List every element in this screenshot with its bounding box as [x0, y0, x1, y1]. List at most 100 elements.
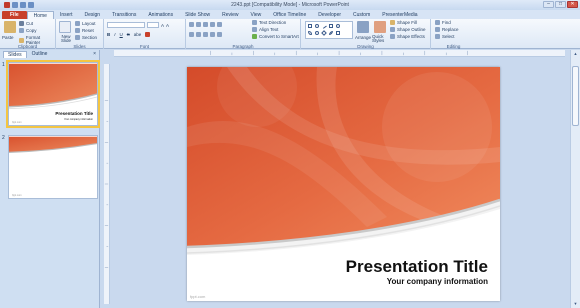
slide-thumbnail-2[interactable]: fppt.com [8, 135, 98, 199]
text-direction-icon [252, 20, 257, 25]
layout-icon [75, 21, 80, 26]
maximize-button[interactable]: □ [555, 1, 566, 8]
numbering-icon[interactable] [196, 22, 201, 27]
tab-developer[interactable]: Developer [312, 11, 347, 19]
slide-footer: fppt.com [190, 294, 206, 299]
arrange-button[interactable]: Arrange [355, 35, 371, 40]
shadow-button[interactable]: abe [134, 32, 142, 37]
vertical-scrollbar[interactable]: ▲ ▼ [570, 50, 580, 308]
window-controls: – □ ✕ [543, 1, 578, 8]
strikethrough-button[interactable]: S [127, 32, 130, 37]
find-button[interactable]: Find [435, 20, 451, 25]
oval-shape-icon[interactable] [315, 24, 319, 28]
shape-effects-button[interactable]: Shape Effects [390, 34, 425, 39]
font-color-icon[interactable] [145, 32, 151, 37]
indent-increase-icon[interactable] [210, 22, 215, 27]
arrow-shape-icon[interactable] [336, 31, 340, 35]
slide-canvas[interactable]: Presentation Title Your company informat… [187, 67, 500, 301]
shape-fill-icon [390, 20, 395, 25]
callout-shape-icon[interactable] [329, 31, 333, 35]
close-icon[interactable]: × [93, 51, 96, 58]
convert-smartart-button[interactable]: Convert to SmartArt [252, 34, 299, 39]
scroll-down-icon[interactable]: ▼ [572, 301, 579, 307]
ribbon: Paste Cut Copy Format Painter Clipboard … [0, 19, 580, 49]
tab-animations[interactable]: Animations [142, 11, 179, 19]
tab-transitions[interactable]: Transitions [106, 11, 142, 19]
text-direction-button[interactable]: Text Direction [252, 20, 286, 25]
slides-group: New Slide Layout Reset Section Slides [56, 19, 104, 49]
tab-custom[interactable]: Custom [347, 11, 376, 19]
quick-styles-icon[interactable] [374, 21, 386, 33]
replace-button[interactable]: Replace [435, 27, 459, 32]
align-center-icon[interactable] [196, 32, 201, 37]
underline-button[interactable]: U [120, 32, 123, 37]
slide-thumbnail-1[interactable]: Presentation Title Your company informat… [6, 60, 100, 128]
group-label: Font [139, 44, 149, 49]
tab-view[interactable]: View [245, 11, 268, 19]
clipboard-group: Paste Cut Copy Format Painter Clipboard [0, 19, 56, 49]
font-selectors: A A [107, 22, 169, 28]
shapes-gallery[interactable] [305, 21, 353, 39]
tab-outline[interactable]: Outline [28, 51, 52, 58]
close-button[interactable]: ✕ [567, 1, 578, 8]
font-size-down-button[interactable]: A [166, 23, 169, 28]
title-bar: 2243.ppt [Compatibility Mode] - Microsof… [0, 0, 580, 10]
tab-insert[interactable]: Insert [54, 11, 79, 19]
align-text-button[interactable]: Align Text [252, 27, 278, 32]
arrange-icon[interactable] [357, 21, 369, 33]
section-button[interactable]: Section [75, 35, 97, 40]
slide-subtitle[interactable]: Your company information [387, 277, 488, 286]
line-spacing-icon[interactable] [217, 22, 222, 27]
indent-decrease-icon[interactable] [203, 22, 208, 27]
tab-design[interactable]: Design [78, 11, 106, 19]
layout-button[interactable]: Layout [75, 21, 96, 26]
list-buttons [189, 22, 222, 27]
columns-icon[interactable] [217, 32, 222, 37]
line-shape-icon[interactable] [321, 23, 327, 29]
bullets-icon[interactable] [189, 22, 194, 27]
horizontal-ruler [114, 50, 565, 57]
justify-icon[interactable] [210, 32, 215, 37]
italic-button[interactable]: I [114, 32, 115, 37]
shape-outline-button[interactable]: Shape Outline [390, 27, 426, 32]
reset-button[interactable]: Reset [75, 28, 94, 33]
select-icon [435, 34, 440, 39]
paste-icon[interactable] [4, 21, 16, 33]
tab-office-timeline[interactable]: Office Timeline [267, 11, 312, 19]
circle-shape-icon[interactable] [336, 24, 340, 28]
scroll-thumb[interactable] [572, 66, 579, 126]
paste-button[interactable]: Paste [2, 35, 14, 40]
minimize-button[interactable]: – [543, 1, 554, 8]
tab-slides[interactable]: Slides [3, 51, 27, 58]
tab-home[interactable]: Home [26, 11, 54, 19]
font-size-up-button[interactable]: A [161, 23, 164, 28]
section-icon [75, 35, 80, 40]
font-name-select[interactable] [107, 22, 145, 28]
shape-fill-button[interactable]: Shape Fill [390, 20, 417, 25]
select-button[interactable]: Select [435, 34, 455, 39]
tab-file[interactable]: File [2, 11, 27, 19]
cut-icon [19, 21, 24, 26]
quick-styles-button[interactable]: Quick Styles [372, 34, 388, 43]
rectangle-shape-icon[interactable] [308, 24, 312, 28]
font-size-select[interactable] [147, 22, 159, 28]
thumbnail-footer: fppt.com [12, 121, 22, 124]
cut-button[interactable]: Cut [19, 21, 33, 26]
new-slide-button[interactable]: New Slide [57, 34, 75, 43]
rounded-rect-shape-icon[interactable] [315, 31, 319, 35]
slide-title[interactable]: Presentation Title [346, 257, 488, 277]
scroll-up-icon[interactable]: ▲ [572, 51, 579, 57]
tab-presentermedia[interactable]: PresenterMedia [376, 11, 423, 19]
find-icon [435, 20, 440, 25]
tab-slide-show[interactable]: Slide Show [179, 11, 216, 19]
bold-button[interactable]: B [107, 32, 110, 37]
align-right-icon[interactable] [203, 32, 208, 37]
copy-button[interactable]: Copy [19, 28, 37, 33]
arc-shape-icon[interactable] [308, 31, 312, 35]
shape-outline-icon [390, 27, 395, 32]
align-left-icon[interactable] [189, 32, 194, 37]
new-slide-icon[interactable] [59, 21, 71, 33]
tab-review[interactable]: Review [216, 11, 244, 19]
textbox-shape-icon[interactable] [329, 24, 333, 28]
diamond-shape-icon[interactable] [321, 30, 327, 36]
